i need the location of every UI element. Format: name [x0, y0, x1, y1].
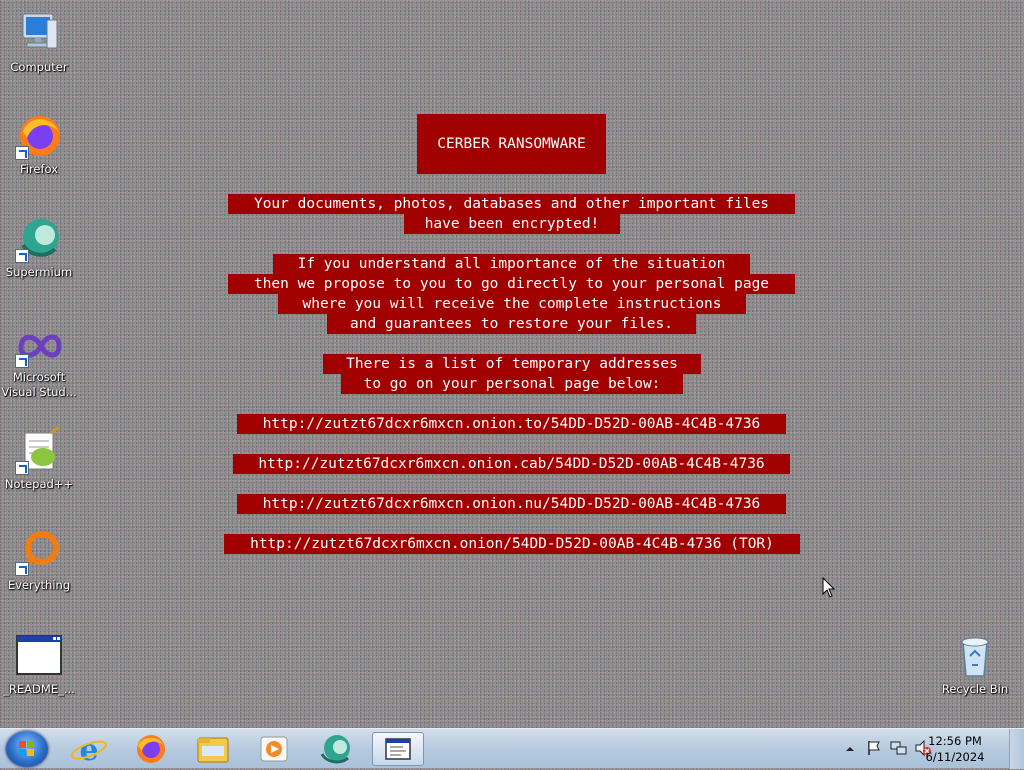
show-desktop-button[interactable] [1009, 729, 1024, 769]
notepadpp-icon [15, 425, 63, 475]
ransom-note-line: If you understand all importance of the … [273, 254, 750, 274]
supermium-icon[interactable] [310, 732, 362, 766]
ransom-note-title-box: CERBER RANSOMWARE [417, 114, 606, 174]
shortcut-arrow-icon [15, 146, 29, 160]
readme-window-icon[interactable] [372, 732, 424, 766]
ransom-note-title: CERBER RANSOMWARE [437, 136, 586, 152]
desktop-icon-label: Computer [10, 60, 68, 74]
windows-start-icon[interactable] [6, 731, 48, 767]
ransom-note-line: and guarantees to restore your files. [327, 314, 696, 334]
onion-address-link[interactable]: http://zutzt67dcxr6mxcn.onion/54DD-D52D-… [224, 534, 800, 554]
desktop-icon-supermium[interactable]: Supermium [1, 215, 77, 280]
desktop-icon-label: _README_... [3, 682, 75, 696]
clock-time: 12:56 PM [928, 734, 982, 748]
readme-window-icon [15, 632, 63, 680]
desktop-icon-recycle-bin[interactable]: Recycle Bin [937, 632, 1013, 697]
ransom-note-line: have been encrypted! [404, 214, 620, 234]
desktop-icon-label: Everything [7, 578, 71, 592]
desktop-icon-visual-studio[interactable]: Microsoft Visual Stud... [1, 326, 77, 400]
file-explorer-icon[interactable] [187, 732, 239, 766]
network-icon[interactable] [890, 739, 908, 757]
ransom-note-line: where you will receive the complete inst… [278, 294, 746, 314]
desktop-icon-label: Firefox [19, 162, 59, 176]
ransom-note-line: then we propose to you to go directly to… [228, 274, 795, 294]
taskbar: e 12:56 PM 6/11/2024 [0, 728, 1024, 769]
show-hidden-icons-chevron[interactable] [844, 741, 856, 755]
desktop-icon-label: Notepad++ [4, 477, 74, 491]
clock-date: 6/11/2024 [925, 750, 985, 764]
desktop-icon-notepadpp[interactable]: Notepad++ [1, 425, 77, 492]
onion-address-link[interactable]: http://zutzt67dcxr6mxcn.onion.cab/54DD-D… [233, 454, 790, 474]
desktop-icon-readme[interactable]: _README_... [1, 632, 77, 697]
svg-text:e: e [79, 733, 98, 766]
visual-studio-icon [15, 326, 63, 368]
desktop-icon-label: Recycle Bin [941, 682, 1009, 696]
desktop-icon-computer[interactable]: Computer [1, 10, 77, 75]
shortcut-arrow-icon [15, 249, 29, 263]
desktop-icon-label: Microsoft Visual Stud... [1, 370, 77, 399]
shortcut-arrow-icon [15, 461, 29, 475]
ransom-note-line: to go on your personal page below: [341, 374, 683, 394]
everything-icon [15, 528, 63, 576]
desktop-icon-everything[interactable]: Everything [1, 528, 77, 593]
onion-address-link[interactable]: http://zutzt67dcxr6mxcn.onion.nu/54DD-D5… [237, 494, 786, 514]
shortcut-arrow-icon [15, 354, 29, 368]
desktop-icon-firefox[interactable]: Firefox [1, 112, 77, 177]
ransom-note-line: Your documents, photos, databases and ot… [228, 194, 795, 214]
firefox-icon[interactable] [125, 732, 177, 766]
firefox-icon [15, 112, 63, 160]
desktop-icon-label: Supermium [5, 265, 73, 279]
media-player-icon[interactable] [248, 732, 300, 766]
shortcut-arrow-icon [15, 562, 29, 576]
action-center-flag-icon[interactable] [866, 739, 882, 757]
computer-icon [15, 10, 63, 58]
internet-explorer-icon[interactable]: e [63, 732, 115, 768]
system-clock[interactable]: 12:56 PM 6/11/2024 [920, 733, 990, 765]
recycle-bin-icon [951, 632, 999, 680]
ransom-note-line: There is a list of temporary addresses [323, 354, 701, 374]
supermium-icon [15, 215, 63, 263]
onion-address-link[interactable]: http://zutzt67dcxr6mxcn.onion.to/54DD-D5… [237, 414, 786, 434]
